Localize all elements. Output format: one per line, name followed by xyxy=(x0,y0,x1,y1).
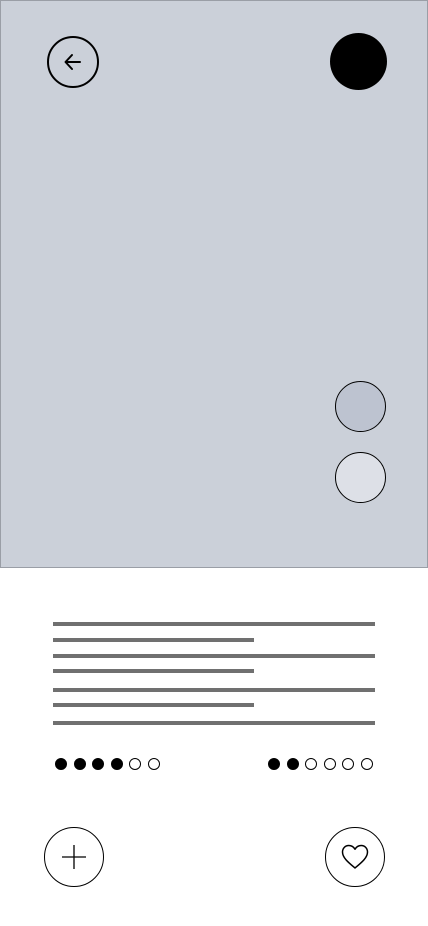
rating-dot-filled xyxy=(92,758,104,770)
rating-dots-right xyxy=(268,756,379,772)
rating-dot-empty xyxy=(360,758,373,770)
rating-dot-empty xyxy=(305,758,317,770)
rating-dot-filled xyxy=(55,758,67,770)
text-line xyxy=(53,654,375,658)
rating-dot-empty xyxy=(323,758,336,770)
hero-image-area xyxy=(0,0,428,568)
plus-icon xyxy=(62,845,86,869)
text-line xyxy=(53,638,254,642)
text-line xyxy=(53,721,375,725)
rating-dot-empty xyxy=(342,758,354,770)
rating-dot-filled xyxy=(73,758,86,770)
rating-dot-empty xyxy=(129,758,141,770)
like-button[interactable] xyxy=(325,827,385,887)
text-line xyxy=(53,703,254,707)
text-line xyxy=(53,622,375,626)
add-button[interactable] xyxy=(44,827,104,887)
avatar[interactable] xyxy=(330,33,387,90)
color-swatch-1[interactable] xyxy=(335,381,386,432)
rating-dot-filled xyxy=(268,758,280,770)
text-line xyxy=(53,688,375,692)
color-swatch-2[interactable] xyxy=(335,452,386,503)
text-line xyxy=(53,669,254,673)
arrow-left-icon xyxy=(64,54,81,70)
back-button[interactable] xyxy=(47,36,99,88)
rating-dot-empty xyxy=(147,758,160,770)
rating-dot-filled xyxy=(110,758,123,770)
rating-dots-left xyxy=(55,756,166,772)
heart-icon xyxy=(341,844,369,869)
rating-dot-filled xyxy=(286,758,299,770)
